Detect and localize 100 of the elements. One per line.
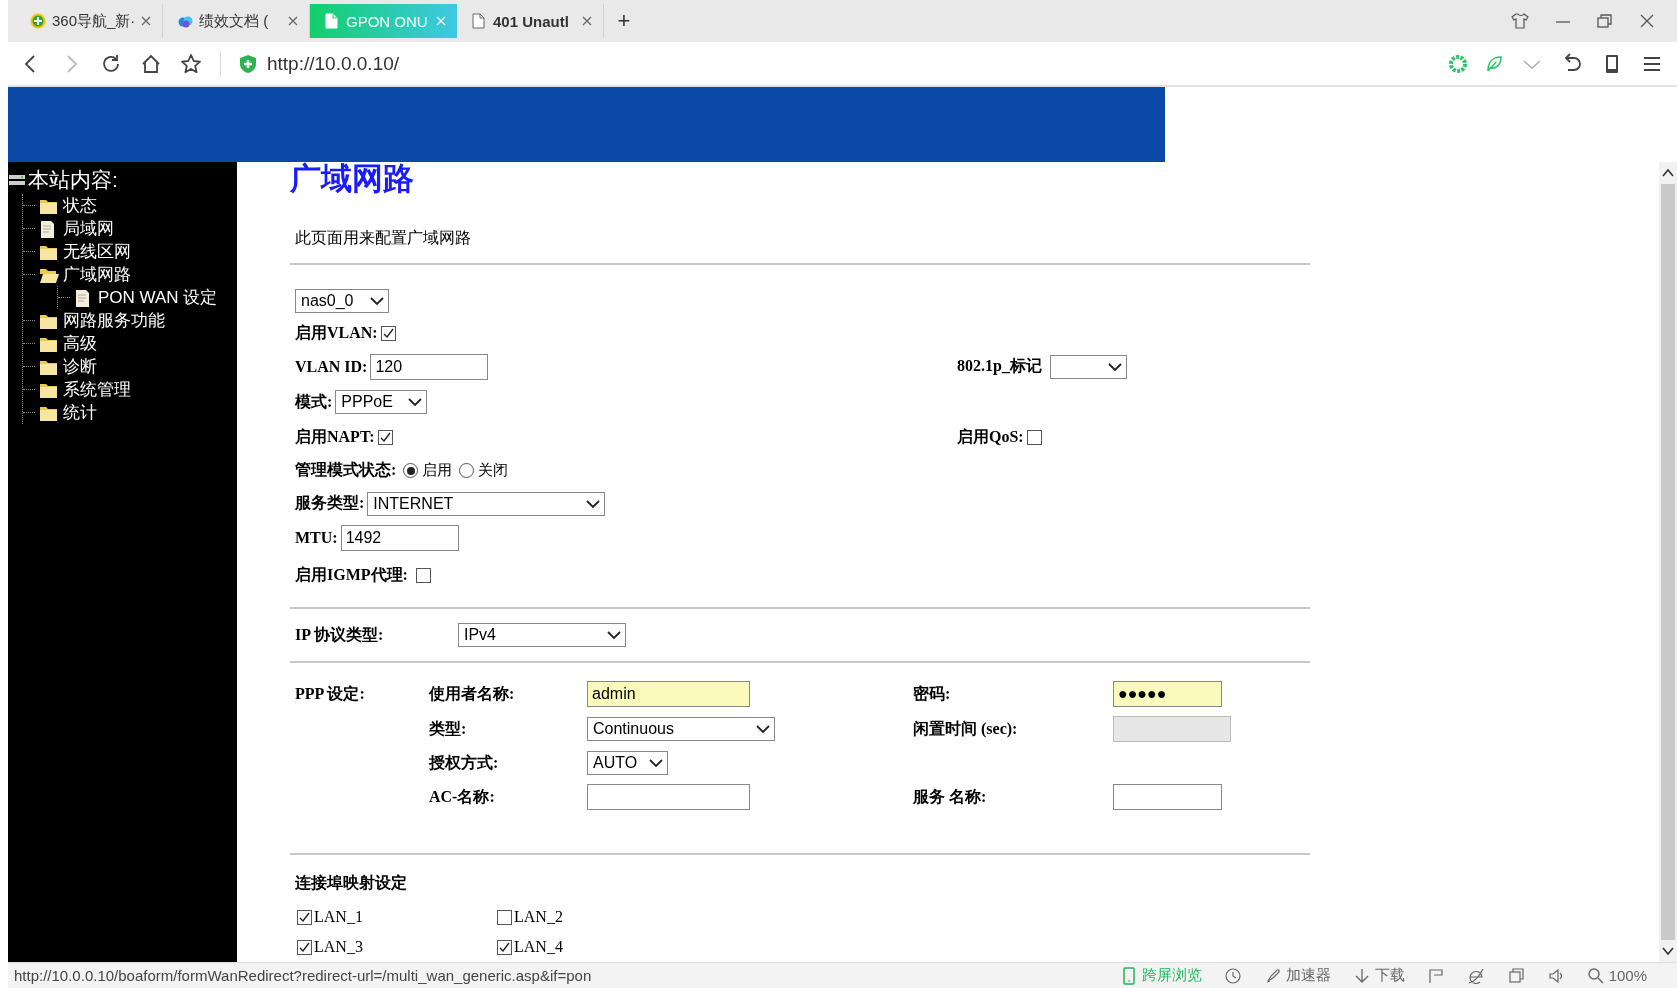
reload-icon[interactable]	[100, 52, 122, 75]
sidebar-item[interactable]: 局域网	[63, 217, 114, 240]
field-label: 启用VLAN:	[295, 323, 378, 343]
sidebar-item[interactable]: 诊断	[63, 355, 97, 378]
section-heading: 连接埠映射设定	[295, 873, 407, 893]
text-field[interactable]	[587, 784, 750, 810]
server-icon	[8, 173, 26, 187]
checkbox[interactable]	[380, 326, 396, 341]
dropdown[interactable]: IPv4	[458, 623, 626, 647]
field-label: MTU:	[295, 528, 338, 547]
chevron-down-icon	[586, 498, 601, 509]
sidebar-item[interactable]: 状态	[63, 194, 97, 217]
check-icon	[499, 941, 510, 953]
checkbox[interactable]	[377, 430, 393, 445]
browser-e-icon[interactable]	[1466, 966, 1485, 985]
checkbox[interactable]	[1026, 430, 1042, 445]
sidebar-item[interactable]: 高级	[63, 332, 97, 355]
page-description: 此页面用来配置广域网路	[295, 228, 472, 248]
chevron-down-icon	[1107, 361, 1122, 372]
dropdown[interactable]: PPPoE	[335, 390, 428, 414]
check-icon	[379, 432, 391, 443]
field-label: 管理模式状态:	[295, 460, 397, 480]
status-button[interactable]: 100%	[1586, 966, 1647, 985]
checkbox[interactable]	[497, 939, 512, 955]
checkbox-label[interactable]: LAN_3	[314, 938, 363, 956]
logo-icon	[30, 13, 46, 29]
text-field[interactable]: ●●●●●	[1113, 681, 1222, 707]
field-label: 服务 名称:	[913, 786, 988, 807]
checkbox[interactable]	[297, 939, 312, 955]
status-url: http://10.0.0.10/boaform/formWanRedirect?redirect-url=/multi_wan_generic.asp&if=pon	[14, 967, 593, 984]
sidebar-item[interactable]: 广域网路	[63, 263, 131, 286]
field-label: 启用NAPT:	[295, 427, 375, 447]
close-icon	[140, 15, 152, 27]
radio-label[interactable]: 启用	[422, 461, 453, 480]
checkbox-label[interactable]: LAN_1	[314, 908, 363, 926]
sidebar-item[interactable]: 无线区网	[63, 240, 131, 263]
dropdown[interactable]	[1049, 354, 1127, 379]
field-label: 启用QoS:	[957, 427, 1024, 447]
url-field[interactable]: http://10.0.0.10/	[267, 52, 400, 75]
browser-tab[interactable]: 401 Unautl	[457, 4, 604, 38]
dropdown[interactable]: AUTO	[587, 751, 668, 775]
checkbox[interactable]	[297, 909, 312, 925]
close-icon	[581, 15, 593, 27]
field-label: AC-名称:	[429, 786, 496, 807]
sidebar-item[interactable]: 统计	[63, 401, 97, 424]
text-field[interactable]: 1492	[340, 524, 459, 551]
sidebar-item[interactable]: 系统管理	[63, 378, 131, 401]
speaker-icon[interactable]	[1546, 966, 1565, 985]
text-field[interactable]: 120	[370, 353, 489, 380]
sidebar-item[interactable]: PON WAN 设定	[98, 286, 218, 309]
field-label: 闲置时间 (sec):	[913, 718, 1019, 740]
check-icon	[382, 328, 394, 339]
shirt-icon[interactable]	[1511, 12, 1529, 30]
chevron-down-icon	[370, 295, 384, 306]
field-label: 802.1p_标记	[957, 356, 1042, 377]
dropdown[interactable]: Continuous	[587, 717, 775, 741]
sidebar-item[interactable]: 网路服务功能	[63, 309, 165, 332]
home-icon[interactable]	[140, 52, 162, 75]
close-icon	[435, 15, 447, 27]
chevron-down-icon	[756, 724, 770, 734]
close-icon	[287, 15, 299, 27]
star-icon[interactable]	[180, 52, 202, 75]
sidebar-title: 本站内容:	[28, 167, 118, 193]
windows-icon[interactable]	[1506, 966, 1525, 985]
field-label: PPP 设定:	[295, 683, 366, 704]
shield-icon	[239, 53, 257, 74]
chevron-down-icon	[607, 630, 621, 640]
chevron-down-icon	[649, 758, 663, 768]
text-field[interactable]: admin	[587, 681, 750, 707]
page-icon	[471, 13, 487, 29]
page-title: 广域网路	[290, 162, 415, 197]
text-field[interactable]	[1113, 784, 1222, 810]
field-label: IP 协议类型:	[295, 625, 384, 643]
chevron-down-icon	[408, 397, 423, 407]
checkbox-label[interactable]: LAN_2	[514, 908, 563, 926]
dropdown[interactable]: INTERNET	[367, 491, 606, 516]
field-label: 类型:	[429, 718, 468, 739]
clock-icon[interactable]	[1223, 966, 1242, 985]
scrollbar-thumb[interactable]	[1661, 184, 1675, 940]
page-icon	[324, 13, 340, 29]
field-label: 授权方式:	[429, 752, 500, 773]
field-label: 模式:	[295, 391, 333, 412]
checkbox[interactable]	[415, 567, 431, 583]
checkbox[interactable]	[497, 909, 512, 925]
checkbox-label[interactable]: LAN_4	[514, 938, 563, 956]
check-icon	[299, 911, 310, 923]
field-label: 使用者名称:	[429, 683, 516, 704]
status-button[interactable]: 下载	[1352, 966, 1405, 985]
close-icon[interactable]	[1639, 13, 1655, 29]
radio-label[interactable]: 关闭	[478, 461, 509, 480]
field-label: 服务类型:	[295, 493, 365, 513]
browser-tab[interactable]: 360导航_新·	[16, 4, 163, 38]
check-icon	[299, 941, 310, 953]
restore-icon[interactable]	[1597, 13, 1613, 29]
new-tab-button[interactable]: +	[604, 4, 644, 38]
field-label: VLAN ID:	[295, 357, 368, 376]
status-button[interactable]: 加速器	[1263, 966, 1331, 985]
search-icon	[1586, 966, 1605, 985]
field-label: 密码:	[913, 683, 952, 704]
dropdown[interactable]: nas0_0	[295, 288, 389, 313]
